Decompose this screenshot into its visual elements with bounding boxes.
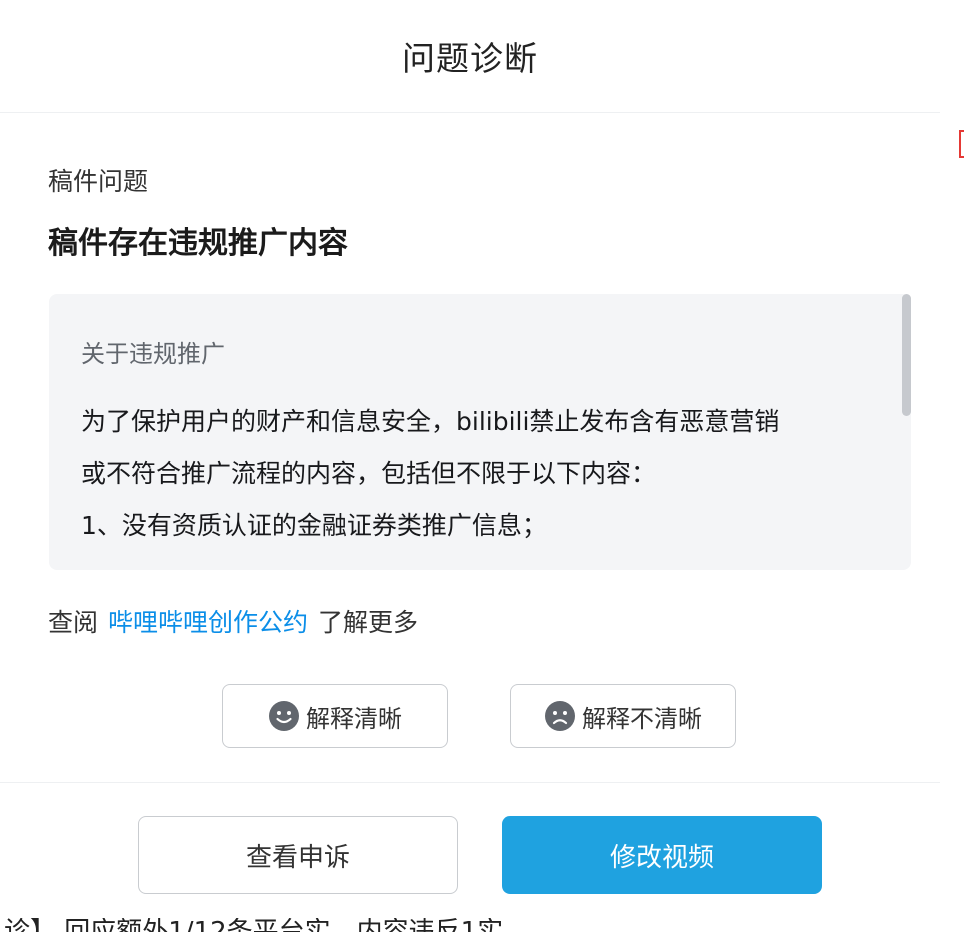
smile-icon	[269, 701, 299, 731]
learn-more-suffix: 了解更多	[318, 608, 419, 637]
background-cut-text: 诊】 回应额外1/12条平台实，内容违反1实	[0, 918, 964, 932]
feedback-unclear-button[interactable]: 解释不清晰	[510, 684, 736, 748]
feedback-clear-button[interactable]: 解释清晰	[222, 684, 448, 748]
edit-video-button[interactable]: 修改视频	[502, 816, 822, 894]
policy-line: 为了保护用户的财产和信息安全，bilibili禁止发布含有恶意营销	[81, 407, 780, 436]
policy-body: 为了保护用户的财产和信息安全，bilibili禁止发布含有恶意营销 或不符合推广…	[81, 396, 881, 552]
view-appeal-button[interactable]: 查看申诉	[138, 816, 458, 894]
background-edge-mark	[959, 130, 964, 158]
dialog-header: 问题诊断	[0, 0, 940, 113]
section-label: 稿件问题	[48, 167, 149, 196]
policy-line: 1、没有资质认证的金融证券类推广信息；	[81, 511, 547, 540]
learn-more-prefix: 查阅	[48, 608, 99, 637]
background-text: 诊】 回应额外1/12条平台实，内容违反1实	[4, 918, 964, 932]
diagnosis-dialog: 问题诊断 稿件问题 稿件存在违规推广内容 关于违规推广 为了保护用户的财产和信息…	[0, 0, 940, 912]
learn-more-line: 查阅 哔哩哔哩创作公约 了解更多	[48, 603, 418, 639]
footer-divider	[0, 782, 940, 783]
feedback-unclear-label: 解释不清晰	[582, 704, 702, 733]
creator-convention-link[interactable]: 哔哩哔哩创作公约	[108, 608, 308, 637]
feedback-clear-label: 解释清晰	[306, 704, 402, 733]
frown-icon	[545, 701, 575, 731]
problem-title: 稿件存在违规推广内容	[48, 226, 348, 261]
policy-heading: 关于违规推广	[81, 340, 225, 368]
policy-info-box[interactable]: 关于违规推广 为了保护用户的财产和信息安全，bilibili禁止发布含有恶意营销…	[49, 294, 911, 570]
dialog-title: 问题诊断	[402, 39, 538, 78]
info-scrollbar[interactable]	[902, 294, 911, 416]
policy-line: 或不符合推广流程的内容，包括但不限于以下内容：	[81, 459, 657, 488]
